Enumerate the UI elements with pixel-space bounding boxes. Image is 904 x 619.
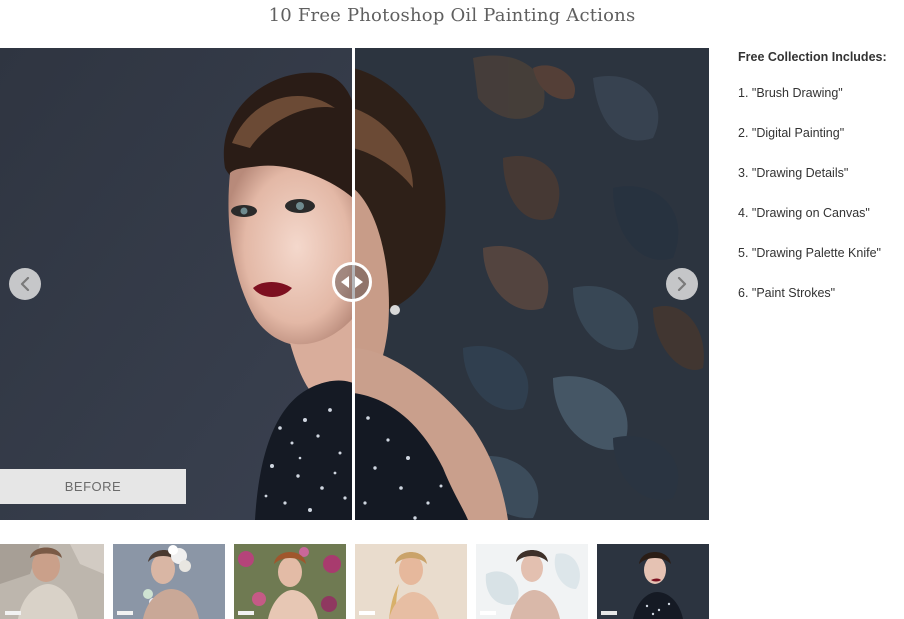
before-after-viewer[interactable]: BEFORE	[0, 48, 709, 520]
collection-item: 2. "Digital Painting"	[738, 126, 845, 140]
thumbnail-4[interactable]	[355, 544, 467, 619]
collection-item: 1. "Brush Drawing"	[738, 86, 843, 100]
comparison-handle[interactable]	[332, 262, 372, 302]
before-label: BEFORE	[0, 469, 186, 504]
after-image	[353, 48, 709, 520]
thumbnail-strip	[0, 544, 904, 619]
collection-item: 6. "Paint Strokes"	[738, 286, 836, 300]
collection-heading: Free Collection Includes:	[738, 50, 887, 64]
collection-item: 4. "Drawing on Canvas"	[738, 206, 870, 220]
next-slide-button[interactable]	[666, 268, 698, 300]
chevron-left-icon	[20, 277, 30, 291]
collection-item: 3. "Drawing Details"	[738, 166, 849, 180]
thumbnail-3[interactable]	[234, 544, 346, 619]
collection-list: 1. "Brush Drawing" 2. "Digital Painting"…	[738, 85, 904, 325]
thumbnail-2[interactable]	[113, 544, 225, 619]
page-title: 10 Free Photoshop Oil Painting Actions	[268, 5, 636, 26]
collection-item: 5. "Drawing Palette Knife"	[738, 246, 881, 260]
thumbnail-6[interactable]	[597, 544, 709, 619]
chevron-right-icon	[677, 277, 687, 291]
left-right-arrows-icon	[341, 276, 363, 288]
thumbnail-5[interactable]	[476, 544, 588, 619]
thumbnail-1[interactable]	[0, 544, 104, 619]
before-image	[0, 48, 353, 520]
prev-slide-button[interactable]	[9, 268, 41, 300]
collection-sidebar: Free Collection Includes: 1. "Brush Draw…	[738, 50, 904, 325]
